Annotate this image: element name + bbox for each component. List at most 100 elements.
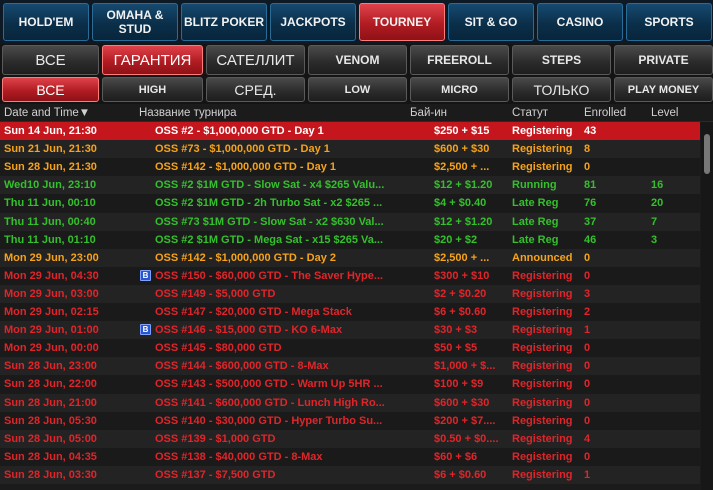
tournament-name: OSS #146 - $15,000 GTD - KO 6-Max [155, 324, 343, 337]
tab-hold-em[interactable]: HOLD'EM [3, 3, 89, 41]
tournament-status: Registering [512, 432, 573, 445]
header-status[interactable]: Статут [512, 107, 548, 119]
table-row[interactable]: Mon 29 Jun, 03:00 OSS #149 - $5,000 GTD $2… [0, 284, 700, 303]
filters_row2-filter-3[interactable]: LOW [308, 77, 407, 102]
tournament-enrolled: 0 [584, 161, 591, 174]
tournament-date: Sun 21 Jun, 21:30 [4, 143, 97, 156]
tab-jackpots[interactable]: JACKPOTS [270, 3, 356, 41]
filters_row1-filter-3[interactable]: VENOM [308, 45, 407, 75]
table-row[interactable]: Sun 28 Jun, 22:00 OSS #143 - $500,000 GTD… [0, 375, 700, 394]
table-scrollbar-thumb[interactable] [704, 134, 710, 174]
tab-sit-go[interactable]: SIT & GO [448, 3, 534, 41]
tournament-name: OSS #147 - $20,000 GTD - Mega Stack [155, 306, 352, 318]
header-level[interactable]: Level [651, 107, 679, 119]
filters_row2-filter-5[interactable]: ТОЛЬКО [512, 77, 611, 102]
tournament-date: Sun 28 Jun, 21:30 [4, 161, 97, 174]
filters_row2-filter-4[interactable]: MICRO [410, 77, 509, 102]
tournament-name: OSS #150 - $60,000 GTD - The Saver Hype.… [155, 269, 384, 282]
tournament-enrolled: 0 [584, 342, 591, 355]
table-row[interactable]: Sun 28 Jun, 23:00 OSS #144 - $600,000 GTD… [0, 357, 700, 376]
table-row[interactable]: Mon 29 Jun, 23:00 OSS #142 - $1,000,000 G… [0, 248, 700, 267]
tournament-enrolled: 0 [584, 378, 591, 391]
tournament-date: Thu 11 Jun, 01:10 [4, 233, 96, 246]
tournament-date: Sun 28 Jun, 21:00 [4, 396, 97, 409]
tournament-buyin: $6 + $0.60 [434, 468, 487, 481]
tab-blitz-poker[interactable]: BLITZ POKER [181, 3, 267, 41]
table-scrollbar-track[interactable] [701, 122, 713, 490]
tournament-name: OSS #138 - $40,000 GTD - 8-Max [155, 450, 323, 463]
tournament-buyin: $600 + $30 [434, 143, 490, 156]
tournament-enrolled: 4 [584, 432, 591, 445]
tournament-status: Registering [512, 396, 573, 409]
header-name[interactable]: Название турнира [139, 107, 237, 119]
table-row[interactable]: Mon 29 Jun, 02:15 OSS #147 - $20,000 GTD … [0, 303, 700, 321]
tournament-date: Mon 29 Jun, 00:00 [4, 342, 99, 355]
table-row[interactable]: Sun 28 Jun, 04:35 OSS #138 - $40,000 GTD … [0, 447, 700, 466]
table-row[interactable]: Sun 21 Jun, 21:30 OSS #73 - $1,000,000 GT… [0, 140, 700, 159]
filters_row2-filter-2[interactable]: СРЕД. [206, 77, 305, 102]
table-row[interactable]: Thu 11 Jun, 01:10 OSS #2 $1M GTD - Mega S… [0, 230, 700, 249]
tournament-buyin: $20 + $2 [434, 233, 478, 246]
tournament-enrolled: 1 [584, 324, 591, 337]
tournament-buyin: $300 + $10 [434, 269, 490, 282]
filters_row1-filter-5[interactable]: STEPS [512, 45, 611, 75]
tournament-date: Wed10 Jun, 23:10 [4, 179, 97, 192]
header-date[interactable]: Date and Time▼ [4, 107, 90, 119]
tournament-enrolled: 3 [584, 287, 591, 300]
filters_row1-filter-0[interactable]: ВСЕ [2, 45, 99, 75]
tab-sports[interactable]: SPORTS [626, 3, 712, 41]
table-row[interactable]: Mon 29 Jun, 01:00 OSS #146 - $15,000 GTD … [0, 321, 700, 340]
tournament-date: Sun 14 Jun, 21:30 [4, 125, 97, 137]
tournament-level: 3 [651, 233, 658, 246]
tab-omaha-stud[interactable]: OMAHA & STUD [92, 3, 178, 41]
table-header: Date and Time▼ Название турнира Бай-ин С… [0, 104, 713, 122]
filters_row2-filter-6[interactable]: PLAY MONEY [614, 77, 713, 102]
table-row[interactable]: Sun 28 Jun, 21:30 OSS #142 - $1,000,000 G… [0, 158, 700, 177]
tournament-level: 20 [651, 197, 664, 210]
tournament-date: Sun 28 Jun, 03:30 [4, 468, 97, 481]
tab-tourney[interactable]: TOURNEY [359, 3, 445, 41]
tournament-buyin: $200 + $7.... [434, 414, 496, 427]
filters_row1-filter-1[interactable]: ГАРАНТИЯ [102, 45, 203, 75]
tournament-level: 16 [651, 179, 664, 192]
tournament-enrolled: 0 [584, 251, 591, 264]
tournament-name: OSS #73 - $1,000,000 GTD - Day 1 [155, 143, 330, 156]
filters_row2-filter-0[interactable]: ВСЕ [2, 77, 99, 102]
tournament-name: OSS #145 - $80,000 GTD [155, 342, 282, 355]
tournament-name: OSS #140 - $30,000 GTD - Hyper Turbo Su.… [155, 414, 383, 427]
table-row[interactable]: Wed10 Jun, 23:10 OSS #2 $1M GTD - Slow Sa… [0, 176, 700, 195]
tournament-enrolled: 0 [584, 396, 591, 409]
filters_row1-filter-6[interactable]: PRIVATE [614, 45, 713, 75]
tournament-date: Mon 29 Jun, 23:00 [4, 251, 99, 264]
table-row[interactable]: Sun 14 Jun, 21:30 OSS #2 - $1,000,000 GTD… [0, 122, 700, 140]
table-row[interactable]: Sun 28 Jun, 05:30 OSS #140 - $30,000 GTD … [0, 411, 700, 430]
filters_row1-filter-4[interactable]: FREEROLL [410, 45, 509, 75]
tournament-enrolled: 43 [584, 125, 597, 137]
tournament-date: Thu 11 Jun, 00:10 [4, 197, 96, 210]
tournament-level: 7 [651, 215, 658, 228]
filters_row2-filter-1[interactable]: HIGH [102, 77, 203, 102]
tournament-date: Thu 11 Jun, 00:40 [4, 215, 96, 228]
tournament-date: Mon 29 Jun, 03:00 [4, 287, 99, 300]
tournament-status: Registering [512, 378, 573, 391]
game-type-tabs: HOLD'EM OMAHA & STUD BLITZ POKER JACKPOTS TO… [0, 0, 713, 44]
tournament-status: Registering [512, 306, 573, 318]
tournament-status: Registering [512, 161, 573, 174]
tournament-buyin: $12 + $1.20 [434, 215, 493, 228]
table-row[interactable]: Mon 29 Jun, 04:30 OSS #150 - $60,000 GTD … [0, 266, 700, 285]
filters_row1-filter-2[interactable]: САТЕЛЛИТ [206, 45, 305, 75]
tournament-buyin: $4 + $0.40 [434, 197, 487, 210]
header-buyin[interactable]: Бай-ин [410, 107, 447, 119]
table-row[interactable]: Sun 28 Jun, 05:00 OSS #139 - $1,000 GTD $0… [0, 429, 700, 448]
tournament-name: OSS #73 $1M GTD - Slow Sat - x2 $630 Val… [155, 215, 384, 228]
tournament-type-filters: ВСЕ ГАРАНТИЯ САТЕЛЛИТ VENOM FREEROLL STEPS PRI… [0, 45, 713, 75]
table-row[interactable]: Sun 28 Jun, 03:30 OSS #137 - $7,500 GTD $6… [0, 465, 700, 484]
table-row[interactable]: Thu 11 Jun, 00:10 OSS #2 $1M GTD - 2h Tur… [0, 194, 700, 213]
header-enrolled[interactable]: Enrolled [584, 107, 626, 119]
table-row[interactable]: Sun 28 Jun, 21:00 OSS #141 - $600,000 GTD… [0, 393, 700, 412]
tab-casino[interactable]: CASINO [537, 3, 623, 41]
table-row[interactable]: Mon 29 Jun, 00:00 OSS #145 - $80,000 GTD $… [0, 339, 700, 358]
tournament-name: OSS #142 - $1,000,000 GTD - Day 2 [155, 251, 336, 264]
tournament-buyin: $250 + $15 [434, 125, 490, 137]
table-row[interactable]: Thu 11 Jun, 00:40 OSS #73 $1M GTD - Slow … [0, 212, 700, 231]
